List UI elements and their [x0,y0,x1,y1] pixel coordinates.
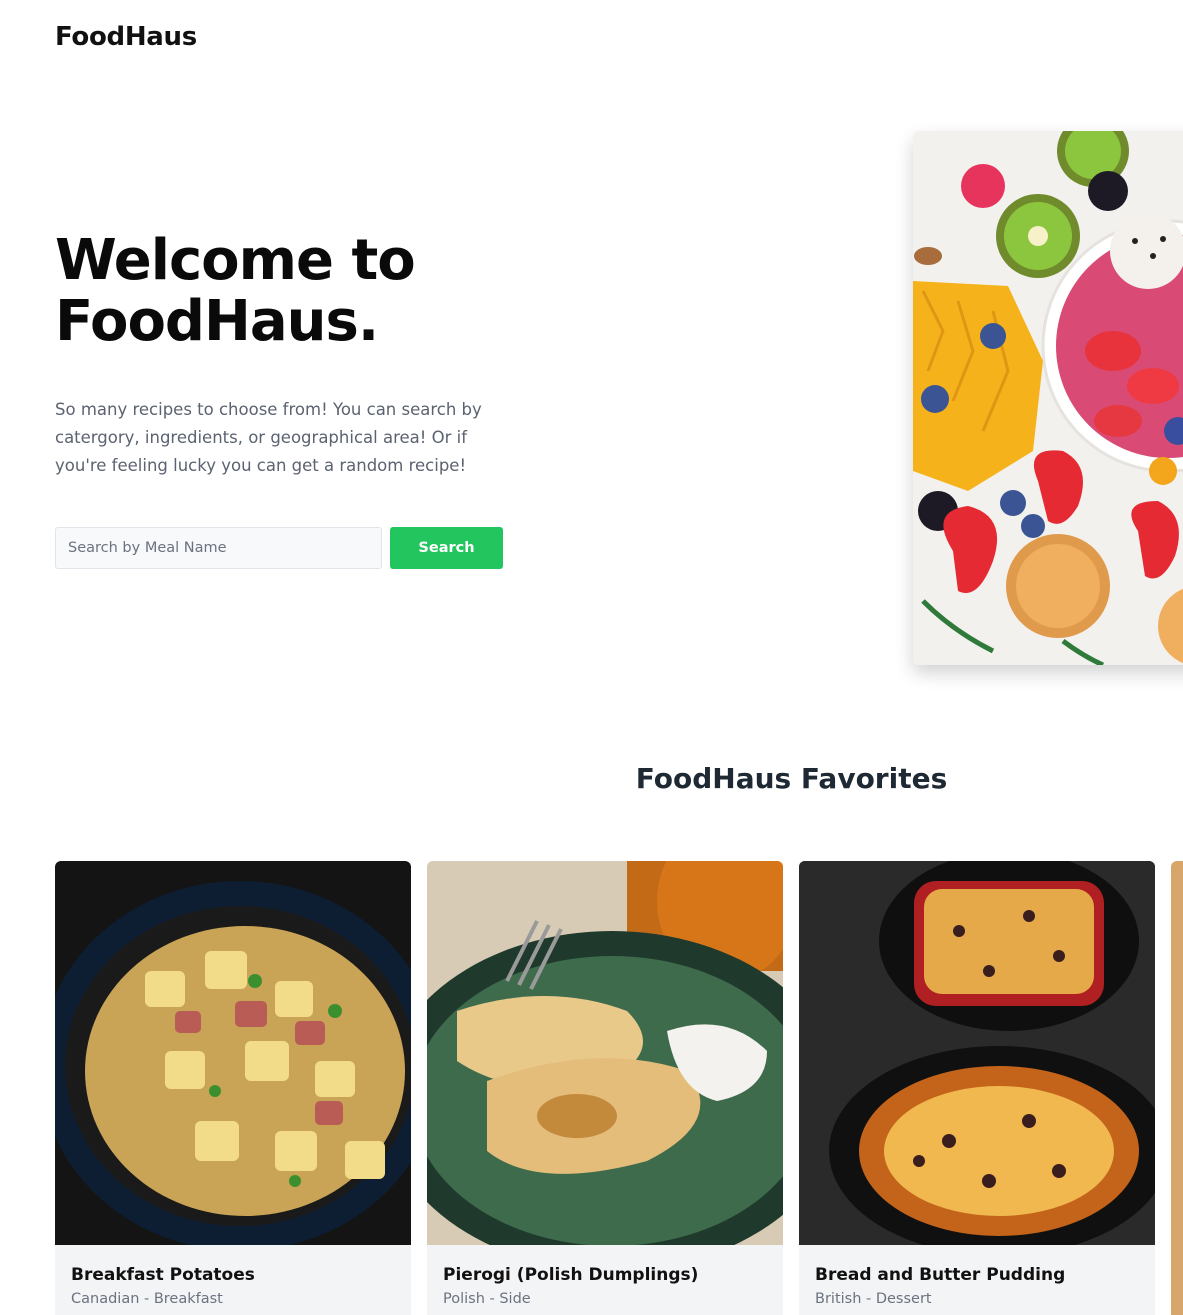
recipe-area-category: Canadian - Breakfast [71,1291,223,1307]
hero-fruit-bowl-image [913,131,1183,665]
hero-title: Welcome to FoodHaus. [55,228,416,354]
recipe-photo [427,861,783,1245]
recipe-card[interactable]: Pierogi (Polish Dumplings) Polish - Side [427,861,783,1315]
recipe-name[interactable]: Bread and Butter Pudding [815,1265,1139,1285]
recipe-area-category: Polish - Side [443,1291,531,1307]
brand-logo[interactable]: FoodHaus [55,22,197,52]
recipe-name[interactable]: Pierogi (Polish Dumplings) [443,1265,767,1285]
hero-description: So many recipes to choose from! You can … [55,400,482,475]
recipe-photo [55,861,411,1245]
favorites-section-title: FoodHaus Favorites [635,762,948,795]
search-button[interactable]: Search [390,527,503,569]
recipe-card[interactable]: Breakfast Potatoes Canadian - Breakfast [55,861,411,1315]
recipe-card-peek[interactable] [1171,861,1183,1315]
recipe-photo [799,861,1155,1245]
search-input[interactable] [55,527,382,569]
recipe-card[interactable]: Bread and Butter Pudding British - Desse… [799,861,1155,1315]
recipe-area-category: British - Dessert [815,1291,932,1307]
recipe-name[interactable]: Breakfast Potatoes [71,1265,395,1285]
